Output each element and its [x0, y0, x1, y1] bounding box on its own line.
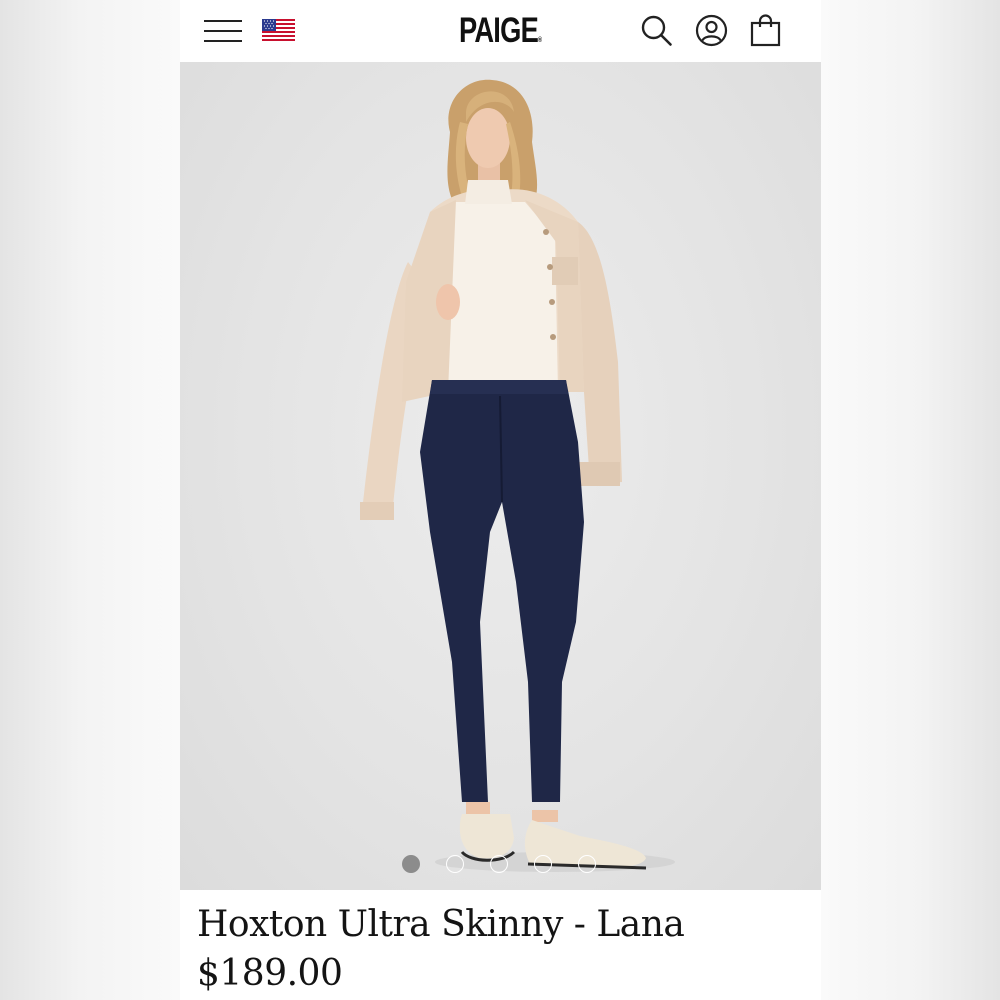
- product-title: Hoxton Ultra Skinny - Lana: [197, 904, 685, 945]
- product-image-gallery[interactable]: [180, 62, 821, 890]
- brand-logo-text: PAIGE: [458, 11, 539, 50]
- hamburger-menu-icon[interactable]: [204, 19, 242, 43]
- site-header: PAIGE®: [180, 0, 821, 62]
- gallery-pagination: [402, 855, 596, 873]
- shopping-bag-icon[interactable]: [749, 14, 782, 47]
- gallery-dot-5[interactable]: [578, 855, 596, 873]
- product-price: $189.00: [197, 953, 343, 994]
- search-icon[interactable]: [640, 14, 673, 47]
- gallery-dot-2[interactable]: [446, 855, 464, 873]
- gallery-dot-4[interactable]: [534, 855, 552, 873]
- account-icon[interactable]: [695, 14, 728, 47]
- registered-mark: ®: [538, 37, 543, 44]
- mobile-screen: PAIGE® Hoxton Ultra Skinny - Lana $189.0…: [180, 0, 821, 1000]
- gallery-dot-3[interactable]: [490, 855, 508, 873]
- gallery-dot-1[interactable]: [402, 855, 420, 873]
- product-photo: [360, 79, 675, 872]
- brand-logo[interactable]: PAIGE®: [251, 11, 751, 51]
